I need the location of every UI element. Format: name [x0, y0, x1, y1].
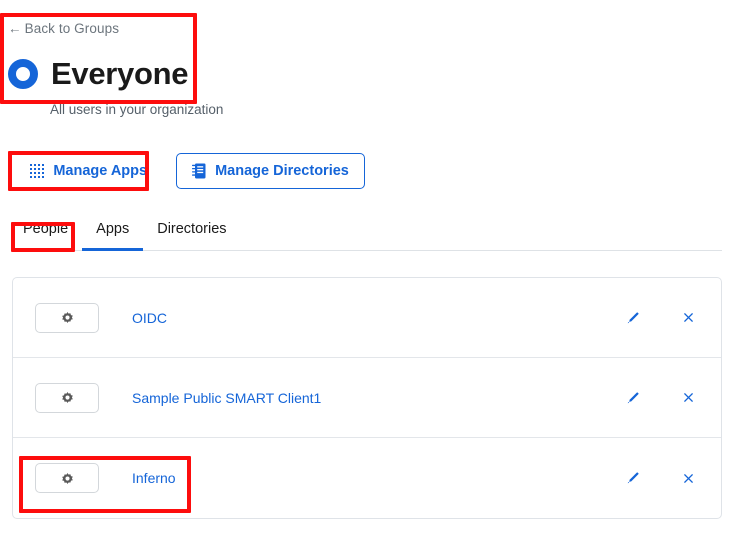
- arrow-left-icon: ←: [8, 21, 22, 36]
- remove-app-button[interactable]: [673, 303, 703, 333]
- pencil-icon: [627, 472, 639, 484]
- tab-apps[interactable]: Apps: [82, 222, 144, 251]
- edit-app-button[interactable]: [618, 303, 648, 333]
- edit-app-button[interactable]: [618, 383, 648, 413]
- grid-icon: [30, 163, 45, 179]
- group-ring-icon: [8, 58, 38, 89]
- remove-app-button[interactable]: [673, 463, 703, 493]
- gear-icon: [61, 391, 73, 404]
- close-x-icon: [683, 312, 693, 323]
- gear-icon: [61, 472, 73, 484]
- manage-directories-button[interactable]: Manage Directories: [176, 153, 365, 189]
- close-x-icon: [683, 392, 693, 403]
- table-row: Inferno: [13, 438, 721, 518]
- back-to-groups-link[interactable]: ← Back to Groups: [8, 22, 119, 36]
- app-settings-button[interactable]: [35, 302, 99, 333]
- tab-bar: People Apps Directories: [14, 222, 722, 251]
- close-x-icon: [683, 473, 693, 483]
- app-name-link[interactable]: Sample Public SMART Client1: [132, 390, 321, 406]
- app-settings-button[interactable]: [35, 463, 99, 493]
- table-row: OIDC: [13, 278, 721, 358]
- remove-app-button[interactable]: [673, 383, 703, 413]
- app-settings-button[interactable]: [35, 382, 99, 413]
- app-name-link[interactable]: OIDC: [132, 310, 167, 326]
- manage-directories-label: Manage Directories: [215, 163, 349, 179]
- address-book-icon: [192, 163, 206, 179]
- manage-apps-label: Manage Apps: [53, 163, 148, 179]
- back-to-groups-label: Back to Groups: [24, 21, 120, 36]
- app-name-link[interactable]: Inferno: [132, 470, 176, 486]
- gear-icon: [61, 311, 73, 324]
- group-description: All users in your organization: [50, 102, 224, 117]
- app-list: OIDC Sample Public SMART Client1 Inferno: [12, 277, 722, 519]
- tab-people[interactable]: People: [14, 222, 82, 251]
- pencil-icon: [627, 311, 639, 323]
- group-title-row: Everyone: [8, 58, 188, 89]
- action-button-group: Manage Apps Manage Directories: [14, 153, 365, 189]
- edit-app-button[interactable]: [618, 463, 648, 493]
- table-row: Sample Public SMART Client1: [13, 358, 721, 438]
- manage-apps-button[interactable]: Manage Apps: [14, 153, 164, 189]
- tab-directories[interactable]: Directories: [143, 222, 240, 251]
- page-title: Everyone: [51, 56, 189, 91]
- pencil-icon: [627, 391, 639, 403]
